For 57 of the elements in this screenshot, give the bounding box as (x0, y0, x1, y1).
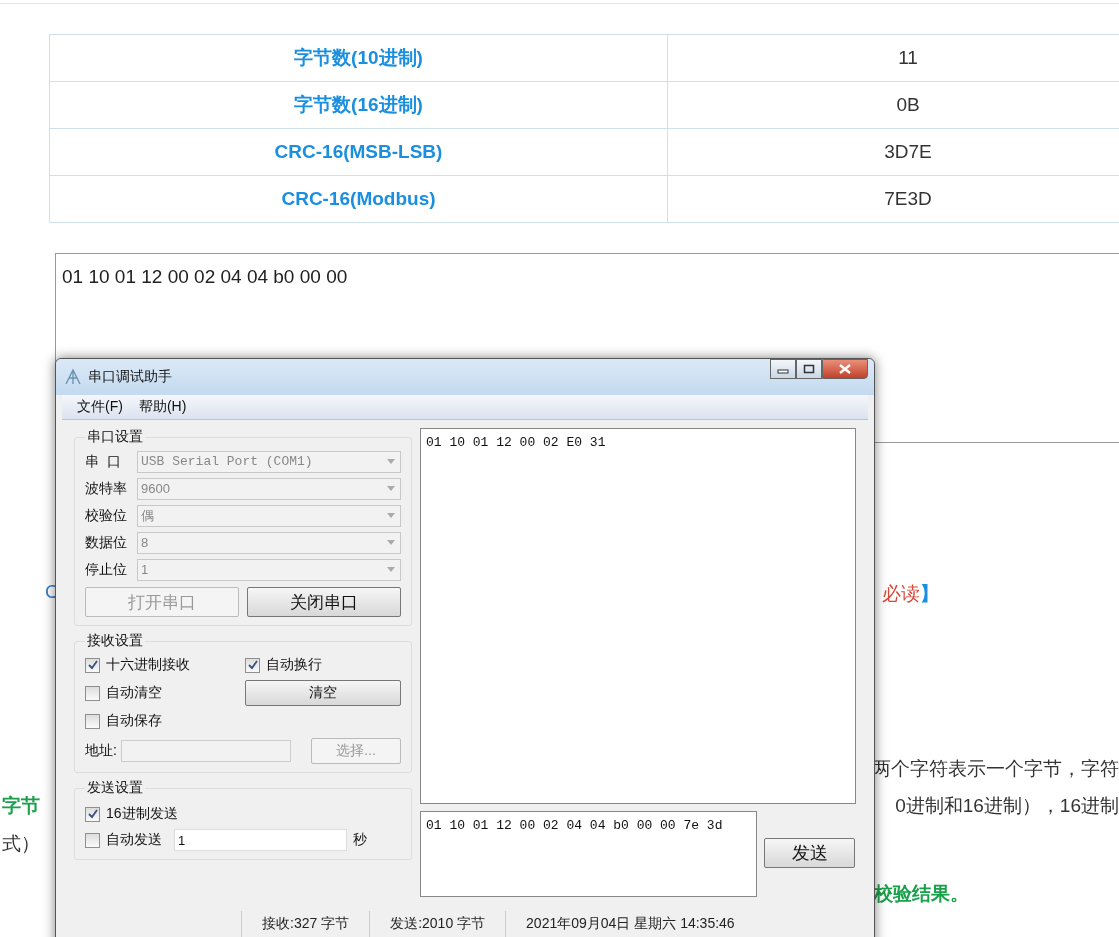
checkbox[interactable] (245, 657, 260, 673)
port-button[interactable]: 关闭串口 (247, 587, 401, 617)
checkbox-label: 16进制发送 (106, 805, 178, 823)
table-cell: 11 (667, 34, 1119, 82)
status-text: 2021年09月04日 星期六 14:35:46 (505, 911, 755, 937)
caret-icon (387, 512, 395, 518)
caret-icon (387, 458, 395, 464)
page-text: 校验结果。 (874, 883, 969, 904)
checkbox[interactable] (85, 685, 100, 701)
caret-icon (387, 485, 395, 491)
field-label: 校验位 (85, 506, 128, 525)
unit-label: 秒 (353, 831, 367, 849)
page-text: 字节 (2, 795, 40, 816)
maximize-icon (803, 364, 815, 374)
group-title: 接收设置 (86, 632, 144, 650)
status-text: 发送:2010 字节 (369, 911, 506, 937)
receive-area[interactable]: 01 10 01 12 00 02 E0 31 (420, 428, 856, 804)
page-text: 必读 (882, 583, 920, 604)
checkbox-label: 十六进制接收 (106, 656, 190, 674)
maximize-button[interactable] (796, 359, 822, 379)
page-text: 】 (920, 583, 939, 604)
checkbox-label: 自动清空 (106, 684, 162, 702)
caret-icon (387, 566, 395, 572)
send-input[interactable]: 01 10 01 12 00 02 04 04 b0 00 00 7e 3d (420, 811, 757, 897)
field-label: 数据位 (85, 533, 128, 552)
close-button[interactable] (822, 359, 868, 379)
checkbox[interactable] (85, 806, 100, 822)
checkbox[interactable] (85, 657, 100, 673)
caret-icon (387, 539, 395, 545)
checkbox-label: 自动发送 (106, 831, 162, 849)
close-icon (838, 364, 852, 374)
group-title: 串口设置 (86, 428, 144, 446)
address-field[interactable] (120, 740, 291, 762)
page-text: 式） (2, 833, 40, 854)
table-cell: 字节数(16进制) (49, 81, 668, 129)
field-label: 波特率 (85, 479, 128, 498)
field-label: 地址: (85, 742, 117, 760)
table-cell: CRC-16(Modbus) (49, 175, 668, 223)
menu-item[interactable]: 帮助(H) (138, 398, 187, 416)
checkbox[interactable] (85, 832, 100, 848)
table-cell: CRC-16(MSB-LSB) (49, 128, 668, 176)
field-label: 停止位 (85, 560, 128, 579)
app-icon (64, 368, 82, 386)
clear-button[interactable]: 清空 (245, 680, 401, 706)
field-label: 串 口 (85, 452, 122, 471)
window-title: 串口调试助手 (88, 368, 172, 386)
minimize-button[interactable] (770, 359, 796, 379)
checkbox-label: 自动保存 (106, 712, 162, 730)
checkbox[interactable] (85, 713, 100, 729)
page-text: 0进制和16进制），16进制 (895, 795, 1119, 816)
group-title: 发送设置 (86, 779, 144, 797)
checkbox-label: 自动换行 (266, 656, 322, 674)
send-button[interactable]: 发送 (764, 838, 855, 868)
table-cell: 字节数(10进制) (49, 34, 668, 82)
menu-item[interactable]: 文件(F) (77, 398, 123, 416)
status-text: 接收:327 字节 (241, 911, 370, 937)
interval-field[interactable]: 1 (174, 829, 347, 851)
